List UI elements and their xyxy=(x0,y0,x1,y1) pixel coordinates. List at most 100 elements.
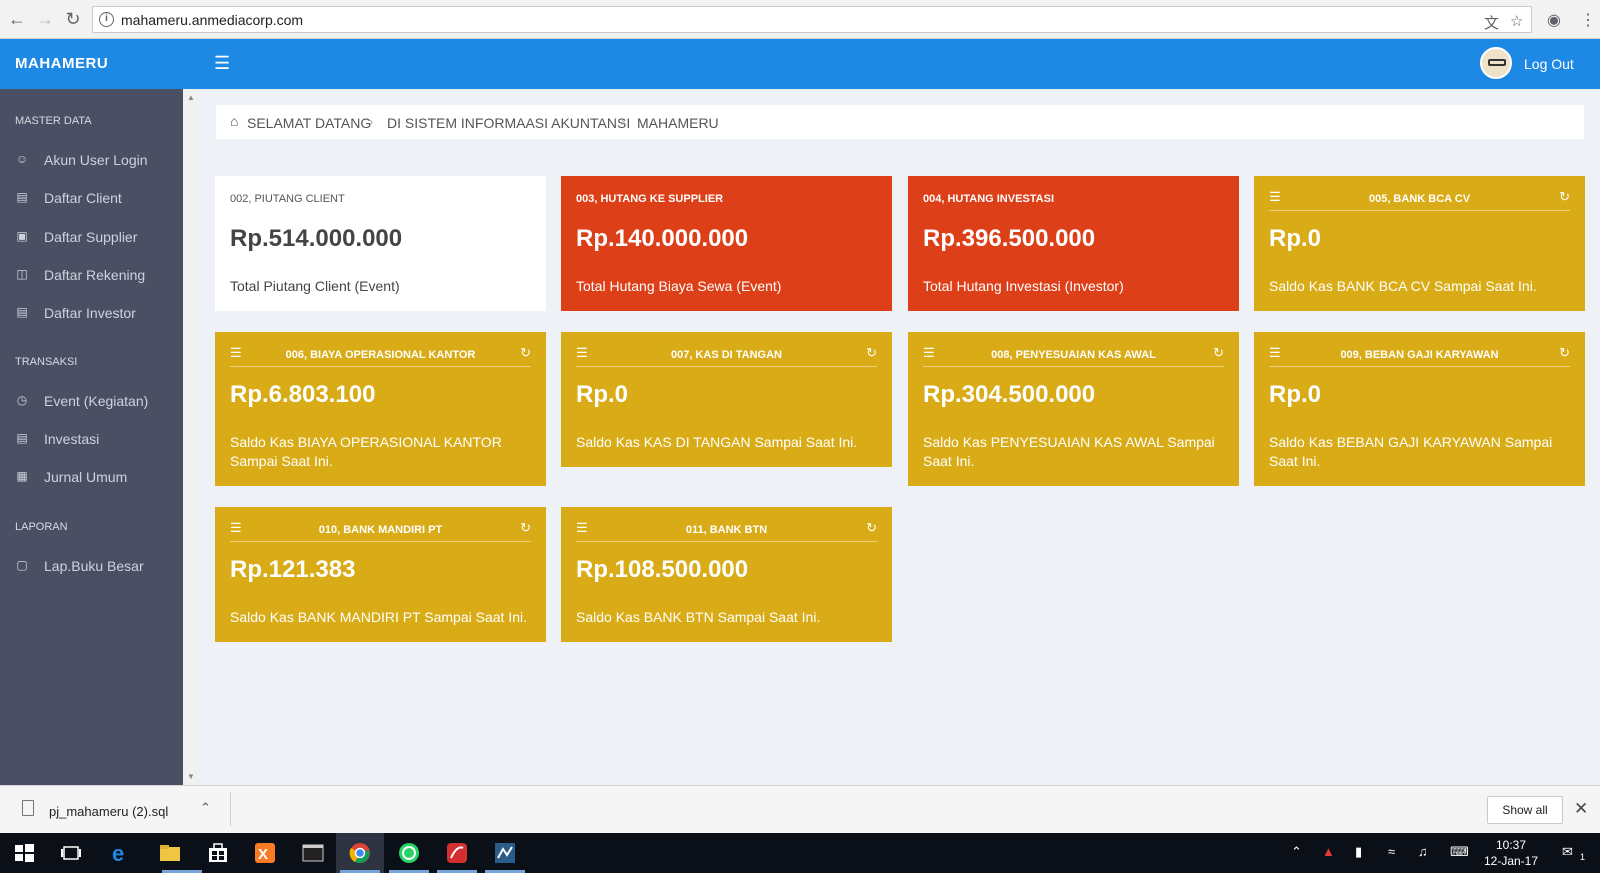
card-amount: Rp.0 xyxy=(1269,381,1322,408)
translate-icon[interactable]: 文 xyxy=(1484,12,1499,33)
refresh-icon[interactable]: ↻ xyxy=(1559,189,1570,205)
sidebar-item-daftar-rekening[interactable]: ◫ Daftar Rekening xyxy=(15,265,175,287)
xampp-icon[interactable]: X xyxy=(253,841,277,865)
app-header: MAHAMERU ☰ Log Out xyxy=(0,39,1600,89)
card-code: 009, BEBAN GAJI KARYAWAN xyxy=(1340,349,1499,361)
scrollbar[interactable]: ▲ ▼ xyxy=(183,89,199,785)
chevron-up-icon[interactable]: ⌃ xyxy=(1291,844,1302,860)
sidebar-item-daftar-client[interactable]: ▤ Daftar Client xyxy=(15,188,175,210)
card-code: 011, BANK BTN xyxy=(685,524,768,536)
chevron-right-icon: › xyxy=(621,114,626,129)
menu-icon[interactable]: ⋮ xyxy=(1580,10,1596,30)
sidebar-item-akun-user-login[interactable]: ☺ Akun User Login xyxy=(15,150,175,172)
wifi-icon[interactable]: ≈ xyxy=(1388,844,1395,859)
calendar-icon: ▦ xyxy=(16,469,28,483)
sidebar-item-jurnal-umum[interactable]: ▦ Jurnal Umum xyxy=(15,467,175,489)
refresh-icon[interactable]: ↻ xyxy=(866,345,877,361)
account-card: 003, HUTANG KE SUPPLIER Rp.140.000.000 T… xyxy=(561,176,892,311)
card-description: Saldo Kas BANK BTN Sampai Saat Ini. xyxy=(576,609,821,625)
card-amount: Rp.0 xyxy=(576,381,629,408)
info-icon[interactable]: i xyxy=(99,12,114,27)
extension-icon[interactable]: ◉ xyxy=(1547,10,1561,30)
breadcrumb: ⌂ SELAMAT DATANG › DI SISTEM INFORMAASI … xyxy=(216,105,1584,139)
refresh-icon[interactable]: ↻ xyxy=(520,345,531,361)
app-red-icon[interactable] xyxy=(445,841,469,865)
show-all-button[interactable]: Show all xyxy=(1487,796,1563,824)
sidebar-item-lap-buku-besar[interactable]: ▢ Lap.Buku Besar xyxy=(15,556,175,578)
brand-logo[interactable]: MAHAMERU xyxy=(15,55,108,72)
reload-icon[interactable]: ↻ xyxy=(62,8,84,30)
store-icon[interactable] xyxy=(206,841,230,865)
card-description: Saldo Kas KAS DI TANGAN Sampai Saat Ini. xyxy=(576,434,858,450)
sidebar-item-event[interactable]: ◷ Event (Kegiatan) xyxy=(15,391,175,413)
card-code: 004, HUTANG INVESTASI xyxy=(923,193,1055,205)
breadcrumb-item[interactable]: SELAMAT DATANG xyxy=(247,115,371,131)
card-code: 008, PENYESUAIAN KAS AWAL xyxy=(991,349,1156,361)
refresh-icon[interactable]: ↻ xyxy=(520,520,531,536)
clipboard-icon: ▢ xyxy=(16,558,28,572)
refresh-icon[interactable]: ↻ xyxy=(1559,345,1570,361)
scroll-up-icon[interactable]: ▲ xyxy=(187,93,195,102)
refresh-icon[interactable]: ↻ xyxy=(1213,345,1224,361)
battery-icon[interactable]: ▮ xyxy=(1355,844,1362,860)
forward-icon[interactable]: → xyxy=(34,8,56,30)
account-card: ☰ 006, BIAYA OPERASIONAL KANTOR ↻ Rp.6.8… xyxy=(215,332,546,486)
sidebar-item-daftar-investor[interactable]: ▤ Daftar Investor xyxy=(15,303,175,325)
bank-icon: ▤ xyxy=(16,190,28,204)
whatsapp-icon[interactable] xyxy=(397,841,421,865)
avatar[interactable] xyxy=(1480,47,1512,79)
home-icon[interactable]: ⌂ xyxy=(230,113,238,129)
card-amount: Rp.0 xyxy=(1269,225,1322,252)
card-code: 002, PIUTANG CLIENT xyxy=(230,193,345,205)
account-card: 004, HUTANG INVESTASI Rp.396.500.000 Tot… xyxy=(908,176,1239,311)
antivirus-icon[interactable]: ▲ xyxy=(1322,844,1335,859)
card-amount: Rp.108.500.000 xyxy=(576,556,749,583)
account-card: ☰ 010, BANK MANDIRI PT ↻ Rp.121.383 Sald… xyxy=(215,507,546,642)
sidebar-heading-laporan: LAPORAN xyxy=(15,521,68,533)
account-card: ☰ 005, BANK BCA CV ↻ Rp.0 Saldo Kas BANK… xyxy=(1254,176,1585,311)
browser-toolbar: ← → ↻ i mahameru.anmediacorp.com 文 ☆ ◉ ⋮ xyxy=(0,0,1600,39)
notification-badge: 1 xyxy=(1580,852,1586,862)
back-icon[interactable]: ← xyxy=(6,8,28,30)
file-explorer-icon[interactable] xyxy=(158,841,182,865)
sidebar-item-investasi[interactable]: ▤ Investasi xyxy=(15,429,175,451)
box-icon: ▣ xyxy=(16,229,28,243)
refresh-icon[interactable]: ↻ xyxy=(866,520,877,536)
star-icon[interactable]: ☆ xyxy=(1510,12,1523,30)
sidebar-heading-transaksi: TRANSAKSI xyxy=(15,356,78,368)
chevron-up-icon[interactable]: ⌃ xyxy=(200,800,211,816)
sidebar-heading-master-data: MASTER DATA xyxy=(15,115,92,127)
card-amount: Rp.140.000.000 xyxy=(576,225,749,252)
close-icon[interactable]: ✕ xyxy=(1574,799,1588,819)
account-card: ☰ 008, PENYESUAIAN KAS AWAL ↻ Rp.304.500… xyxy=(908,332,1239,486)
mysql-workbench-icon[interactable] xyxy=(493,841,517,865)
download-item[interactable]: pj_mahameru (2).sql xyxy=(49,804,168,819)
scroll-down-icon[interactable]: ▼ xyxy=(187,772,195,781)
logout-button[interactable]: Log Out xyxy=(1524,56,1574,72)
windows-start-icon[interactable] xyxy=(12,841,36,865)
card-amount: Rp.6.803.100 xyxy=(230,381,376,408)
svg-text:e: e xyxy=(112,841,124,865)
card-description: Saldo Kas PENYESUAIAN KAS AWAL Sampai Sa… xyxy=(923,434,1215,469)
sidebar-toggle-icon[interactable]: ☰ xyxy=(214,53,230,74)
card-amount: Rp.304.500.000 xyxy=(923,381,1096,408)
breadcrumb-item[interactable]: DI SISTEM INFORMAASI AKUNTANSI xyxy=(387,115,630,131)
chrome-icon[interactable] xyxy=(348,841,372,865)
sidebar-item-daftar-supplier[interactable]: ▣ Daftar Supplier xyxy=(15,227,175,249)
system-clock[interactable]: 10:37 12-Jan-17 xyxy=(1476,837,1546,869)
notification-icon[interactable]: ✉ xyxy=(1562,844,1573,860)
clock-icon: ◷ xyxy=(16,393,28,407)
keyboard-icon[interactable]: ⌨ xyxy=(1450,844,1469,860)
address-bar[interactable]: i mahameru.anmediacorp.com 文 ☆ xyxy=(92,6,1532,33)
chevron-right-icon: › xyxy=(369,114,374,129)
card-description: Saldo Kas BIAYA OPERASIONAL KANTOR Sampa… xyxy=(230,434,502,469)
task-view-icon[interactable] xyxy=(59,841,83,865)
edge-browser-icon[interactable]: e xyxy=(109,841,133,865)
taskbar: e X ⌃ ▲ ▮ ≈ ♫ ⌨ 10:37 12-Jan-17 ✉ 1 xyxy=(0,833,1600,873)
url-text[interactable]: mahameru.anmediacorp.com xyxy=(121,12,303,28)
svg-text:X: X xyxy=(258,846,268,863)
account-card: ☰ 009, BEBAN GAJI KARYAWAN ↻ Rp.0 Saldo … xyxy=(1254,332,1585,486)
terminal-icon[interactable] xyxy=(301,841,325,865)
volume-icon[interactable]: ♫ xyxy=(1418,844,1428,859)
book-icon: ◫ xyxy=(16,267,28,281)
